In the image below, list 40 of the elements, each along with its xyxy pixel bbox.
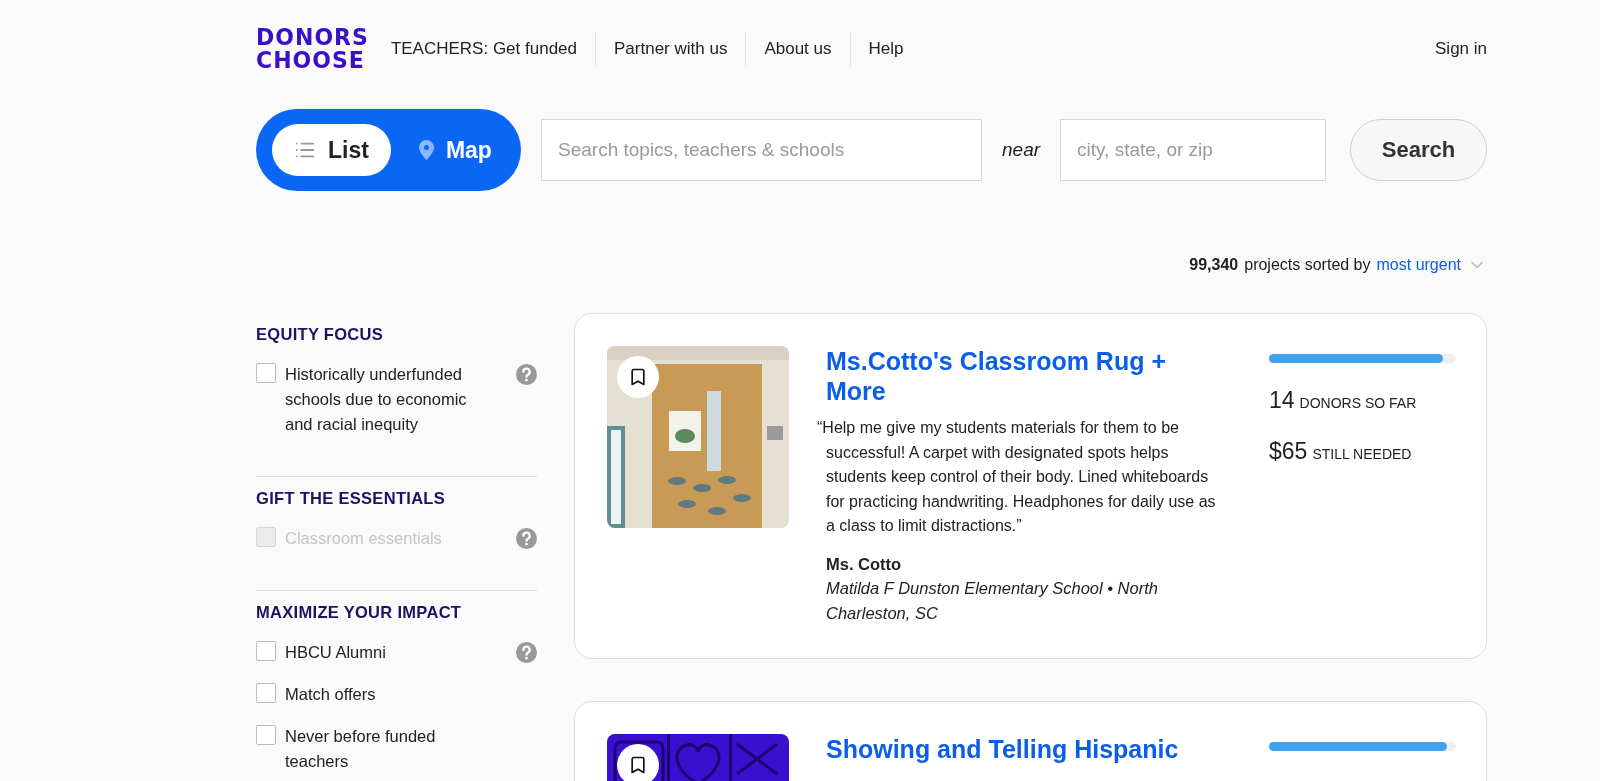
location-field[interactable]: city, state, or zip	[1060, 119, 1327, 181]
view-tab[interactable]: Map	[396, 124, 514, 176]
amount-needed: $65	[1269, 438, 1308, 465]
checkbox[interactable]	[256, 683, 276, 703]
view-tab[interactable]: List	[272, 124, 391, 176]
project-title[interactable]: Ms.Cotto's Classroom Rug + More	[826, 346, 1226, 406]
filter-label: Historically underfunded schools due to economic and racial inequity	[285, 364, 468, 435]
filter-label: Never before funded teachers	[285, 726, 437, 772]
filter-label: Match offers	[285, 684, 377, 705]
near-label: near	[1002, 139, 1041, 161]
project-title[interactable]: Showing and Telling Hispanic	[826, 733, 1226, 764]
filter-label: HBCU Alumni	[285, 642, 387, 663]
results-text: projects sorted by	[1244, 256, 1371, 274]
needed-label: STILL NEEDED	[1312, 446, 1412, 462]
project-quote: “Help me give my students materials for them to be successful! A carpet with designated spots helps students keep control of their body. Lined whiteboards for practicing handwriting. Headphones for daily use as a class to limit distractions.”	[817, 418, 1217, 536]
filter-heading: EQUITY FOCUS	[256, 325, 385, 344]
help-icon[interactable]	[516, 642, 537, 663]
nav-link[interactable]: Help	[849, 31, 922, 67]
filter-heading: MAXIMIZE YOUR IMPACT	[256, 603, 463, 622]
checkbox[interactable]	[256, 363, 276, 383]
map-pin-icon	[418, 140, 434, 160]
nav-link[interactable]: TEACHERS: Get funded	[390, 31, 595, 67]
teacher-name: Ms. Cotto	[826, 554, 903, 574]
filter-heading: GIFT THE ESSENTIALS	[256, 489, 447, 508]
donor-count: 14	[1269, 387, 1295, 414]
checkbox[interactable]	[256, 641, 276, 661]
donor-label: DONORS SO FAR	[1299, 395, 1417, 411]
sign-in-link[interactable]: Sign in	[1435, 39, 1487, 59]
results-count: 99,340	[1189, 256, 1239, 274]
sort-link[interactable]: most urgent	[1376, 256, 1461, 274]
search-field[interactable]: Search topics, teachers & schools	[541, 119, 982, 181]
bookmark-icon	[628, 367, 648, 387]
school-name: Matilda F Dunston Elementary School • North Charleston, SC	[826, 577, 1159, 624]
checkbox[interactable]	[256, 725, 276, 745]
logo[interactable]: DONORS CHOOSE	[256, 25, 369, 73]
nav-link[interactable]: About us	[745, 31, 850, 67]
help-icon[interactable]	[516, 364, 537, 385]
search-button[interactable]: Search	[1350, 119, 1487, 181]
bookmark-icon	[628, 754, 648, 775]
nav-link[interactable]: Partner with us	[595, 31, 746, 67]
